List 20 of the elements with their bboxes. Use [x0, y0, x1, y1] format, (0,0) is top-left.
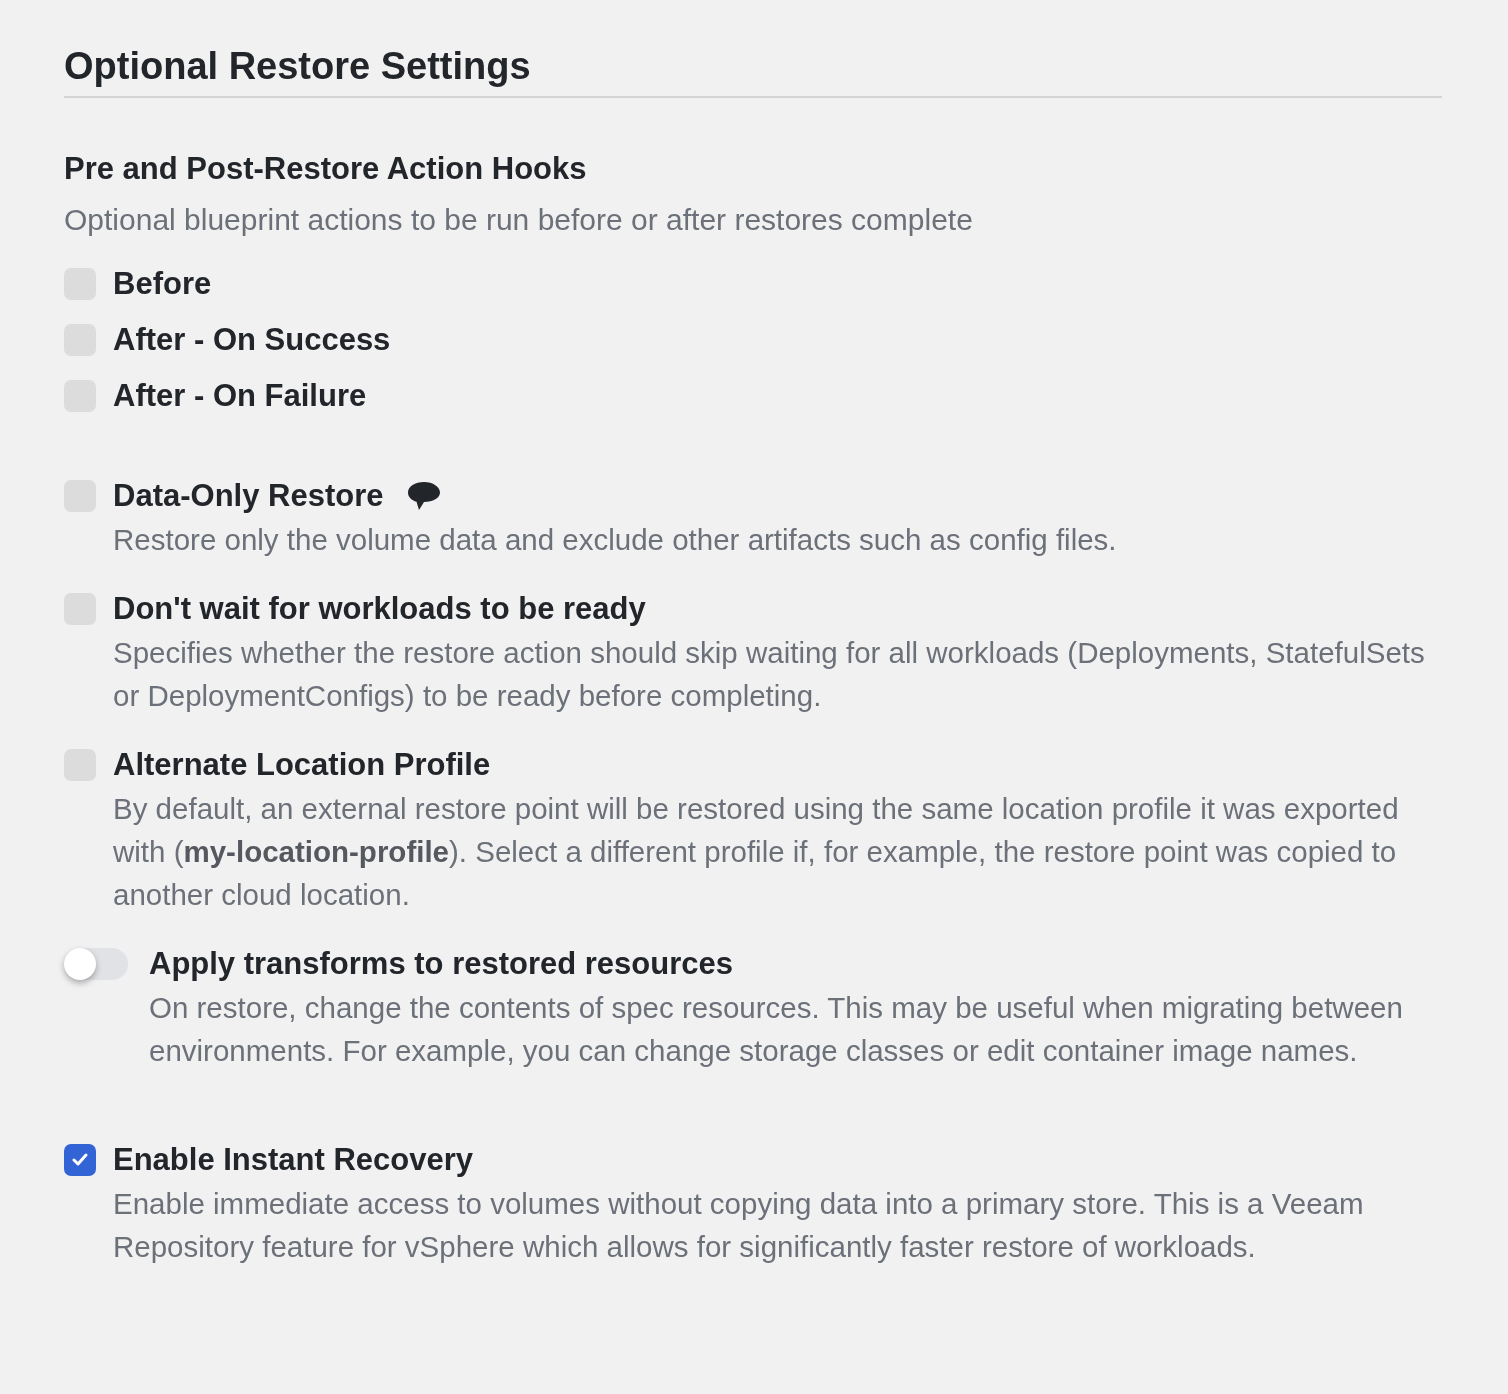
- option-label: Apply transforms to restored resources: [149, 945, 733, 982]
- speech-bubble-icon[interactable]: [407, 479, 442, 512]
- option-label: Don't wait for workloads to be ready: [113, 590, 646, 627]
- subsection-title: Pre and Post-Restore Action Hooks: [64, 149, 588, 187]
- option-description: Enable immediate access to volumes without copying data into a primary store. This is a Veeam Repository feature for vSphere which allows for significantly faster restore of workloads.: [113, 1185, 1365, 1265]
- option-description: By default, an external restore point will be restored using the same location profile it was exported with (my-location-profile). Select a different profile if, for example, the restore point was copied to another cloud location.: [113, 790, 1400, 913]
- subsection-description: Optional blueprint actions to be run before or after restores complete: [64, 201, 974, 238]
- section-title: Optional Restore Settings: [64, 44, 1442, 98]
- option-description: On restore, change the contents of spec resources. This may be useful when migrating between environments. For example, you can change storage classes or edit container image names.: [149, 989, 1404, 1069]
- toggle-switch[interactable]: [64, 947, 128, 980]
- option-description: Restore only the volume data and exclude other artifacts such as config files.: [113, 521, 1118, 558]
- option-label: After - On Success: [113, 321, 391, 358]
- option-label: Data-Only Restore: [113, 477, 384, 514]
- check-icon: [72, 1152, 88, 1167]
- option-label: Enable Instant Recovery: [113, 1141, 474, 1178]
- option-label: After - On Failure: [113, 377, 367, 414]
- checkbox[interactable]: [64, 1143, 96, 1176]
- option-description: Specifies whether the restore action should skip waiting for all workloads (Deployments, StatefulSets or DeploymentConfigs) to be ready before completing.: [113, 634, 1426, 714]
- option-label: Alternate Location Profile: [113, 746, 491, 783]
- option-label: Before: [113, 265, 212, 302]
